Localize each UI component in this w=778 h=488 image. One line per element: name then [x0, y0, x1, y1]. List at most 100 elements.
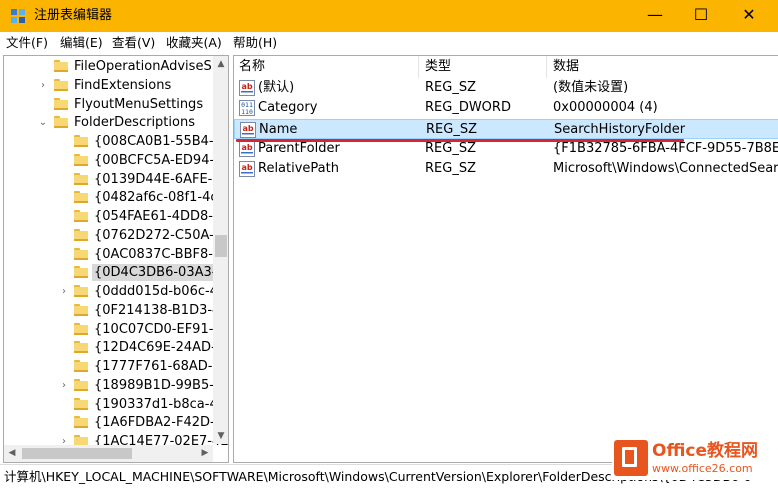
- tree-vertical-scrollbar[interactable]: ▲ ▼: [213, 56, 228, 444]
- tree-item[interactable]: {1A6FDBA2-F42D-4: [4, 413, 223, 432]
- chevron-right-icon[interactable]: [58, 395, 70, 414]
- window-title: 注册表编辑器: [34, 8, 113, 23]
- menu-edit[interactable]: 编辑(E): [60, 35, 103, 51]
- chevron-right-icon[interactable]: [58, 226, 70, 245]
- tree-item[interactable]: {054FAE61-4DD8-4: [4, 207, 221, 226]
- folder-icon: [74, 210, 88, 222]
- chevron-right-icon[interactable]: [58, 207, 70, 226]
- chevron-down-icon[interactable]: ⌄: [37, 113, 49, 132]
- office-logo-icon: [614, 440, 648, 476]
- folder-icon: [74, 191, 88, 204]
- value-type: REG_SZ: [425, 161, 476, 177]
- string-value-icon: ab: [240, 121, 256, 138]
- tree-item[interactable]: {0AC0837C-BBF8-4: [4, 245, 221, 264]
- tree-item-label: {0139D44E-6AFE-49: [94, 171, 229, 187]
- tree-item[interactable]: {0D4C3DB6-03A3-4: [4, 263, 227, 282]
- chevron-right-icon[interactable]: ›: [58, 282, 70, 301]
- tree-item[interactable]: {10C07CD0-EF91-4: [4, 320, 222, 339]
- close-button[interactable]: ✕: [726, 0, 772, 32]
- folder-icon: [74, 135, 88, 147]
- tree-item-label: FileOperationAdviseSi: [74, 59, 216, 74]
- chevron-right-icon[interactable]: [37, 95, 49, 114]
- folder-icon: [74, 172, 88, 185]
- tree-item-label: {00BCFC5A-ED94-4: [94, 152, 223, 168]
- chevron-right-icon[interactable]: ›: [37, 76, 49, 95]
- tree-hscroll-thumb[interactable]: [22, 448, 132, 459]
- tree-item[interactable]: ⌄ FolderDescriptions: [4, 113, 214, 132]
- chevron-right-icon[interactable]: [58, 338, 70, 357]
- scroll-right-icon[interactable]: ▶: [197, 445, 213, 461]
- menu-favorites[interactable]: 收藏夹(A): [166, 35, 222, 51]
- column-header-type[interactable]: 类型: [420, 56, 547, 78]
- scroll-up-icon[interactable]: ▲: [213, 56, 228, 72]
- minimize-button[interactable]: —: [632, 0, 678, 32]
- string-value-icon: ab: [239, 140, 255, 157]
- chevron-right-icon[interactable]: [58, 320, 70, 339]
- tree-item[interactable]: {008CA0B1-55B4-4: [4, 132, 222, 151]
- tree-item-label: FlyoutMenuSettings: [74, 96, 204, 112]
- value-list-pane[interactable]: 名称 类型 数据 ab (默认) REG_SZ (数值未设置) 011 110 Catego…: [233, 55, 778, 463]
- tree-item[interactable]: FlyoutMenuSettings: [4, 95, 214, 114]
- column-header-data[interactable]: 数据: [548, 56, 778, 78]
- chevron-right-icon[interactable]: [37, 57, 49, 76]
- tree-item[interactable]: {00BCFC5A-ED94-4: [4, 151, 222, 170]
- tree-item-label: {0762D272-C50A-4: [94, 227, 223, 243]
- chevron-right-icon[interactable]: [58, 151, 70, 170]
- svg-text:ab: ab: [242, 124, 253, 133]
- tree-item[interactable]: › {0ddd015d-b06c-4: [4, 282, 218, 301]
- value-row[interactable]: ab Name REG_SZ SearchHistoryFolder: [234, 118, 778, 139]
- folder-icon: [54, 60, 68, 72]
- tree-item-label: FindExtensions: [74, 77, 172, 93]
- tree-item[interactable]: {190337d1-b8ca-4: [4, 395, 218, 414]
- dword-value-icon: 011110: [239, 100, 255, 117]
- chevron-right-icon[interactable]: ›: [58, 376, 70, 395]
- tree-item-label: {008CA0B1-55B4-4: [94, 134, 222, 149]
- folder-icon: [74, 247, 88, 260]
- tree-item[interactable]: {1777F761-68AD-4: [4, 357, 221, 376]
- maximize-button[interactable]: ☐: [678, 0, 724, 32]
- value-data: 0x00000004 (4): [553, 100, 658, 116]
- tree-item-label: {18989B1D-99B5-4: [94, 377, 223, 393]
- folder-icon: [54, 78, 68, 91]
- tree-item[interactable]: {0762D272-C50A-4: [4, 226, 222, 245]
- chevron-right-icon[interactable]: [58, 413, 70, 432]
- chevron-right-icon[interactable]: [58, 170, 70, 189]
- chevron-right-icon[interactable]: [58, 301, 70, 320]
- menu-bar: 文件(F) 编辑(E) 查看(V) 收藏夹(A) 帮助(H): [0, 32, 778, 54]
- string-value-icon: ab: [239, 161, 255, 178]
- menu-help[interactable]: 帮助(H): [233, 35, 277, 51]
- menu-view[interactable]: 查看(V): [112, 35, 155, 51]
- chevron-right-icon[interactable]: [58, 357, 70, 376]
- chevron-right-icon[interactable]: [58, 188, 70, 207]
- value-row[interactable]: ab (默认) REG_SZ (数值未设置): [234, 78, 778, 98]
- scroll-left-icon[interactable]: ◀: [4, 445, 20, 461]
- chevron-right-icon[interactable]: [58, 245, 70, 264]
- tree-item[interactable]: FileOperationAdviseSi: [4, 57, 216, 76]
- watermark: Office教程网 www.office26.com: [612, 440, 778, 480]
- tree-item[interactable]: {0482af6c-08f1-4c3: [4, 188, 226, 207]
- value-name: RelativePath: [258, 161, 339, 177]
- tree-item[interactable]: {12D4C69E-24AD-4: [4, 338, 224, 357]
- scroll-down-icon[interactable]: ▼: [213, 428, 228, 444]
- folder-icon: [74, 153, 88, 166]
- tree-horizontal-scrollbar[interactable]: ◀ ▶: [4, 445, 213, 462]
- folder-icon: [74, 285, 88, 297]
- value-data: Microsoft\Windows\ConnectedSear: [553, 161, 778, 177]
- tree-scroll-thumb[interactable]: [215, 235, 227, 257]
- tree-item-label: {1777F761-68AD-4: [94, 359, 221, 374]
- column-header-name[interactable]: 名称: [234, 56, 419, 78]
- key-tree-pane[interactable]: FileOperationAdviseSi › FindExtensions Flyo…: [3, 55, 229, 463]
- value-row[interactable]: 011 110 Category REG_DWORD 0x00000004 (4): [234, 98, 778, 118]
- tree-item[interactable]: {0139D44E-6AFE-49: [4, 170, 228, 189]
- value-row[interactable]: ab RelativePath REG_SZ Microsoft\Windows\Co…: [234, 159, 778, 179]
- tree-item[interactable]: › {18989B1D-99B5-4: [4, 376, 222, 395]
- menu-file[interactable]: 文件(F): [6, 35, 48, 51]
- tree-item-label: {0ddd015d-b06c-4: [94, 284, 218, 299]
- tree-item[interactable]: › FindExtensions: [4, 76, 214, 95]
- chevron-right-icon[interactable]: [58, 263, 70, 282]
- chevron-right-icon[interactable]: [58, 132, 70, 151]
- tree-item-label: {10C07CD0-EF91-4: [94, 321, 222, 337]
- tree-item[interactable]: {0F214138-B1D3-4a: [4, 301, 228, 320]
- value-name: Category: [258, 100, 318, 116]
- value-name: (默认): [258, 80, 295, 95]
